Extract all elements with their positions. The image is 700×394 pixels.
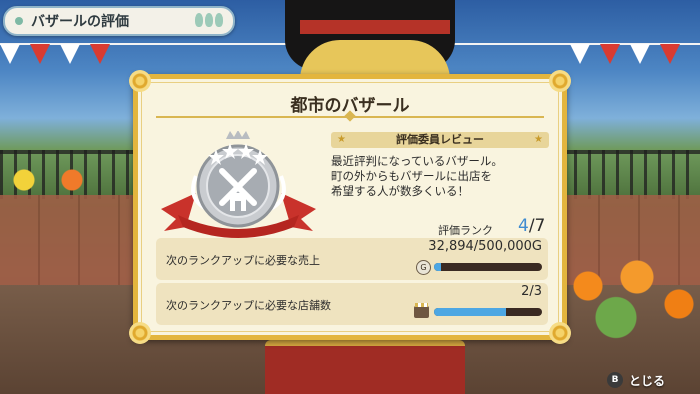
sales-requirement-value: 32,894/500,000G [428,239,542,254]
review-line: 希望する人が数多くいる！ [331,184,469,198]
rank-current: 4 [518,216,529,236]
screen-title: バザールの評価 [31,14,129,30]
corner-ornament-icon [129,70,151,92]
sales-requirement-row: 次のランクアップに必要な売上 32,894/500,000G G [156,238,548,280]
b-button-icon: B [607,372,623,388]
flower-bed-left [0,165,120,195]
shops-progress-fill [434,308,507,316]
rank-value: 4/7 [518,216,545,236]
corner-ornament-icon [549,322,571,344]
reviewer-heading-label: 評価委員レビュー [396,133,484,146]
leaf-ornament-icon [195,13,223,27]
sales-progress-bar [434,263,542,271]
rank-label: 評価ランク [438,224,493,237]
star-icon: ★ [534,134,543,145]
hat-band [300,20,450,34]
shops-requirement-value: 2/3 [521,284,542,299]
corner-ornament-icon [549,70,571,92]
star-icon: ★ [337,134,346,145]
bullet-dot-icon [15,17,23,25]
shops-requirement-row: 次のランクアップに必要な店舗数 2/3 [156,283,548,325]
reviewer-heading: ★ 評価委員レビュー ★ [331,132,549,148]
title-divider [156,116,544,118]
gold-coin-icon: G [416,260,431,275]
sales-progress-fill [434,263,442,271]
shop-stall-icon [414,303,429,318]
close-button[interactable]: B とじる [607,370,665,390]
shops-requirement-label: 次のランクアップに必要な店舗数 [166,299,331,312]
review-text: 最近評判になっているバザール。 町の外からもバザールに出店を 希望する人が数多く… [331,154,556,199]
rank-max: /7 [528,216,546,236]
flower-pot [265,340,465,394]
review-line: 最近評判になっているバザール。 [331,154,503,168]
bazaar-rating-panel: 都市のバザール ★ 評価委員レビュー ★ 最近評判になっているバザール。 町の外… [129,70,571,344]
corner-ornament-icon [129,322,151,344]
windmill-rank-medal-icon [161,131,316,238]
flower-bed-right [560,250,700,340]
review-line: 町の外からもバザールに出店を [331,169,492,183]
sales-requirement-label: 次のランクアップに必要な売上 [166,254,320,267]
screen-title-pill: バザールの評価 [3,6,235,36]
shops-progress-bar [434,308,542,316]
close-label: とじる [629,373,666,388]
